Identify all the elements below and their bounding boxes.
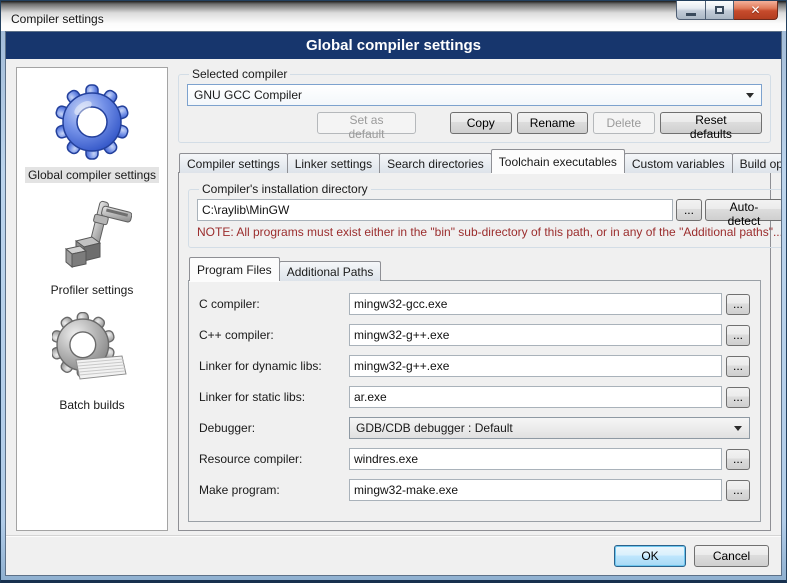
resource-compiler-browse-button[interactable]: ... bbox=[726, 449, 750, 470]
minimize-button[interactable] bbox=[676, 1, 706, 20]
make-program-input[interactable] bbox=[349, 479, 722, 501]
cpp-compiler-input[interactable] bbox=[349, 324, 722, 346]
rename-button[interactable]: Rename bbox=[517, 112, 588, 134]
c-compiler-browse-button[interactable]: ... bbox=[726, 294, 750, 315]
make-program-browse-button[interactable]: ... bbox=[726, 480, 750, 501]
settings-panel: Selected compiler GNU GCC Compiler Set a… bbox=[178, 67, 771, 531]
toolchain-executables-panel: Compiler's installation directory ... Au… bbox=[178, 172, 771, 531]
selected-compiler-group: Selected compiler GNU GCC Compiler Set a… bbox=[178, 67, 771, 143]
field-row-cpp-compiler: C++ compiler: ... bbox=[199, 324, 750, 346]
install-dir-row: ... Auto-detect bbox=[197, 199, 782, 221]
tab-build-options[interactable]: Build options bbox=[732, 153, 782, 173]
cpp-compiler-browse-button[interactable]: ... bbox=[726, 325, 750, 346]
field-label: C compiler: bbox=[199, 297, 349, 311]
tab-custom-variables[interactable]: Custom variables bbox=[624, 153, 733, 173]
ok-button[interactable]: OK bbox=[614, 545, 686, 567]
field-row-resource-compiler: Resource compiler: ... bbox=[199, 448, 750, 470]
window-controls: ✕ bbox=[676, 1, 778, 20]
sidebar-item-profiler-settings[interactable]: Profiler settings bbox=[17, 189, 167, 304]
install-dir-browse-button[interactable]: ... bbox=[676, 199, 702, 221]
blue-gear-icon bbox=[52, 82, 132, 162]
tab-compiler-settings[interactable]: Compiler settings bbox=[179, 153, 288, 173]
compiler-select-value: GNU GCC Compiler bbox=[194, 88, 302, 102]
debugger-select-value: GDB/CDB debugger : Default bbox=[356, 421, 513, 435]
field-label: Debugger: bbox=[199, 421, 349, 435]
field-row-debugger: Debugger: GDB/CDB debugger : Default bbox=[199, 417, 750, 439]
delete-button: Delete bbox=[593, 112, 655, 134]
field-label: C++ compiler: bbox=[199, 328, 349, 342]
close-icon: ✕ bbox=[750, 3, 760, 17]
set-as-default-button: Set as default bbox=[317, 112, 416, 134]
sidebar-item-label: Batch builds bbox=[56, 397, 127, 413]
field-label: Linker for static libs: bbox=[199, 390, 349, 404]
client-area: Global compiler settings bbox=[6, 59, 781, 575]
body-row: Global compiler settings bbox=[6, 59, 781, 535]
install-dir-input[interactable] bbox=[197, 199, 673, 221]
field-row-static-linker: Linker for static libs: ... bbox=[199, 386, 750, 408]
cancel-button[interactable]: Cancel bbox=[694, 545, 769, 567]
sidebar-item-batch-builds[interactable]: Batch builds bbox=[17, 304, 167, 419]
selected-compiler-legend: Selected compiler bbox=[189, 67, 290, 81]
close-button[interactable]: ✕ bbox=[734, 1, 778, 20]
subtab-additional-paths[interactable]: Additional Paths bbox=[279, 261, 382, 281]
reset-defaults-button[interactable]: Reset defaults bbox=[660, 112, 762, 134]
dynamic-linker-browse-button[interactable]: ... bbox=[726, 356, 750, 377]
install-dir-legend: Compiler's installation directory bbox=[199, 182, 371, 196]
main-tabstrip: Compiler settings Linker settings Search… bbox=[178, 149, 771, 173]
install-dir-note: NOTE: All programs must exist either in … bbox=[197, 225, 782, 239]
static-linker-input[interactable] bbox=[349, 386, 722, 408]
sidebar-item-global-compiler-settings[interactable]: Global compiler settings bbox=[17, 74, 167, 189]
copy-button[interactable]: Copy bbox=[450, 112, 512, 134]
field-row-dynamic-linker: Linker for dynamic libs: ... bbox=[199, 355, 750, 377]
window-body: Global compiler settings bbox=[5, 31, 782, 576]
chevron-down-icon bbox=[734, 426, 742, 431]
tab-toolchain-executables[interactable]: Toolchain executables bbox=[491, 149, 625, 173]
minimize-icon bbox=[686, 13, 696, 16]
subtab-program-files[interactable]: Program Files bbox=[189, 257, 280, 281]
field-row-make-program: Make program: ... bbox=[199, 479, 750, 501]
field-row-c-compiler: C compiler: ... bbox=[199, 293, 750, 315]
programs-tabstrip: Program Files Additional Paths bbox=[188, 257, 761, 281]
chevron-down-icon bbox=[746, 93, 754, 98]
c-compiler-input[interactable] bbox=[349, 293, 722, 315]
tab-linker-settings[interactable]: Linker settings bbox=[287, 153, 380, 173]
compiler-actions: Set as default Copy Rename Delete Reset … bbox=[187, 112, 762, 134]
field-label: Linker for dynamic libs: bbox=[199, 359, 349, 373]
static-linker-browse-button[interactable]: ... bbox=[726, 387, 750, 408]
auto-detect-button[interactable]: Auto-detect bbox=[705, 199, 782, 221]
maximize-icon bbox=[715, 6, 724, 14]
title-bar[interactable]: Compiler settings ✕ bbox=[1, 1, 786, 31]
page-title: Global compiler settings bbox=[6, 32, 781, 59]
dialog-window: Compiler settings ✕ Global compiler sett… bbox=[0, 0, 787, 583]
dialog-footer: OK Cancel bbox=[6, 535, 781, 575]
resource-compiler-input[interactable] bbox=[349, 448, 722, 470]
sidebar-item-label: Global compiler settings bbox=[25, 167, 159, 183]
debugger-select[interactable]: GDB/CDB debugger : Default bbox=[349, 417, 750, 439]
tab-search-directories[interactable]: Search directories bbox=[379, 153, 492, 173]
caliper-icon bbox=[52, 197, 132, 277]
maximize-button[interactable] bbox=[706, 1, 734, 20]
field-label: Resource compiler: bbox=[199, 452, 349, 466]
install-dir-group: Compiler's installation directory ... Au… bbox=[188, 182, 782, 248]
compiler-select[interactable]: GNU GCC Compiler bbox=[187, 84, 762, 106]
field-label: Make program: bbox=[199, 483, 349, 497]
settings-category-list: Global compiler settings bbox=[16, 67, 168, 531]
window-title: Compiler settings bbox=[1, 6, 104, 26]
sidebar-item-label: Profiler settings bbox=[48, 282, 137, 298]
gray-gear-icon bbox=[52, 312, 132, 392]
dynamic-linker-input[interactable] bbox=[349, 355, 722, 377]
program-files-panel: C compiler: ... C++ compiler: bbox=[188, 280, 761, 522]
